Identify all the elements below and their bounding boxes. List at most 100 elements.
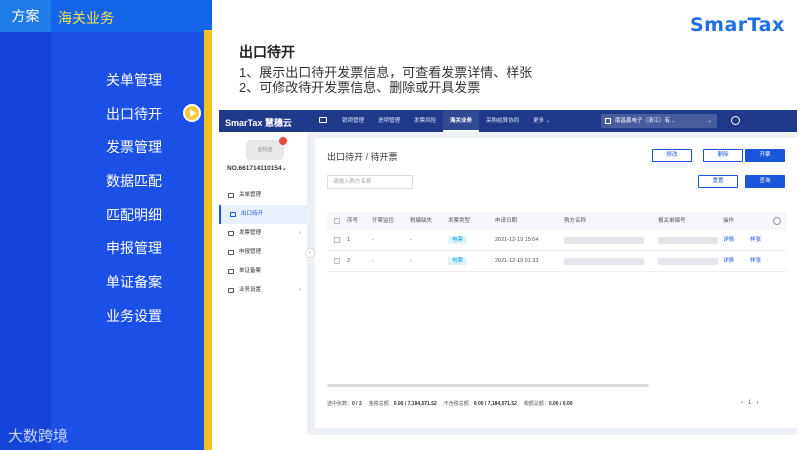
table-header: 序号 开票监控 税编缺失 发票类型 申请日期 购方名称 报关单编号 操作	[327, 212, 787, 230]
menu-item-data-matching[interactable]: 数据匹配	[106, 171, 162, 205]
detail-link[interactable]: 详情	[723, 230, 734, 251]
layers-icon	[228, 250, 234, 255]
app-screenshot: SmarTax 慧穗云 销项管理 进项管理 发票风险 海关业务 采购结算协同 更…	[219, 110, 797, 435]
app-sidebar: 金税盘 NO.661714110154⌄ 关单管理 出口待开 发票管理 › 申报管…	[219, 132, 307, 435]
sidebar-item-label: 发票管理	[239, 230, 262, 236]
help-icon[interactable]	[731, 116, 740, 125]
org-id-select[interactable]: NO.661714110154⌄	[227, 164, 287, 172]
slide-title: 出口待开	[239, 44, 295, 60]
gear-icon	[228, 231, 234, 236]
invoice-type-tag: 电票	[448, 236, 468, 244]
reset-button[interactable]: 重置	[698, 175, 738, 188]
redacted-buyer	[564, 237, 644, 244]
row-checkbox[interactable]	[334, 258, 340, 264]
slide-left-panel: 方案 海关业务 关单管理 出口待开 发票管理 数据匹配 匹配明细 申报管理 单证…	[0, 0, 212, 450]
horizontal-scrollbar[interactable]	[327, 384, 649, 387]
company-select[interactable]: 南昌鑫电子（浙江）有... ⌄	[601, 114, 717, 128]
row-type: 电票	[448, 251, 468, 272]
sidebar-item-label: 出口待开	[241, 211, 264, 217]
prev-page-icon[interactable]: ‹	[741, 400, 743, 406]
issue-invoice-button[interactable]: 开票	[745, 149, 785, 162]
row-checkbox[interactable]	[334, 237, 340, 243]
col-customs-no: 报关单编号	[658, 218, 686, 224]
redacted-customs-no	[658, 237, 718, 244]
nav-more-label: 更多	[533, 118, 545, 124]
sample-link[interactable]: 样张	[750, 230, 761, 251]
left-strip	[0, 0, 51, 450]
row-no: 2	[347, 258, 351, 264]
sidebar-item-declarations[interactable]: 申报管理	[219, 243, 307, 262]
nav-customs[interactable]: 海关业务	[443, 110, 480, 132]
nav-purchase[interactable]: 进项管理	[371, 110, 407, 132]
accent-bar	[204, 30, 212, 450]
total-amount-label: 金税总额：	[368, 401, 394, 407]
menu-item-export-pending[interactable]: 出口待开	[106, 104, 162, 138]
row-tax-missing: -	[410, 258, 412, 264]
menu-item-business-settings[interactable]: 业务设置	[106, 306, 162, 340]
chevron-down-icon: ⌄	[707, 118, 712, 124]
menu-item-document-filing[interactable]: 单证备案	[106, 272, 162, 306]
settings-icon	[228, 288, 234, 293]
selected-count-value: 0 / 2	[352, 401, 362, 407]
building-icon	[230, 212, 236, 217]
menu-item-matching-details[interactable]: 匹配明细	[106, 205, 162, 239]
monitor-icon[interactable]	[319, 117, 327, 123]
sidebar-item-settings[interactable]: 业务设置 ›	[219, 281, 307, 300]
total-amount-value: 0.00 / 7,184,571.52	[393, 401, 437, 407]
sidebar-item-label: 关单管理	[239, 192, 262, 198]
summary-footer: 选中张数：0 / 2 金税总额：0.00 / 7,184,571.52 不含税总…	[327, 400, 572, 407]
col-buyer: 购方名称	[564, 218, 587, 224]
nav-invoice-risk[interactable]: 发票风险	[407, 110, 443, 132]
section-title: 海关业务	[51, 0, 212, 32]
menu-item-declaration-management[interactable]: 申报管理	[106, 238, 162, 272]
search-button[interactable]: 查询	[745, 175, 785, 188]
col-tax-missing: 税编缺失	[410, 218, 433, 224]
next-page-icon[interactable]: ›	[756, 400, 758, 406]
sidebar-item-export-pending[interactable]: 出口待开	[219, 205, 307, 224]
sidebar-item-filing[interactable]: 单证备案	[219, 262, 307, 281]
col-monitor: 开票监控	[372, 218, 395, 224]
chevron-down-icon: ⌄	[545, 118, 551, 124]
table-row: 1 - - 电票 2021-12-19 15:04 详情 样张	[327, 230, 787, 251]
nav-procurement[interactable]: 采购结算协同	[479, 110, 526, 132]
buyer-search-input[interactable]: 请输入购方名称	[327, 175, 413, 189]
sidebar-item-label: 申报管理	[239, 249, 262, 255]
column-settings-icon[interactable]	[773, 217, 781, 225]
menu-item-customs-declaration[interactable]: 关单管理	[106, 70, 162, 104]
sidebar-item-customs[interactable]: 关单管理	[219, 186, 307, 205]
building-icon	[605, 118, 611, 124]
row-tax-missing: -	[410, 237, 412, 243]
untaxed-amount-label: 不含税总额：	[443, 401, 474, 407]
edit-button[interactable]: 修改	[652, 149, 692, 162]
col-date: 申请日期	[495, 218, 518, 224]
row-no: 1	[347, 237, 351, 243]
sidebar-item-invoices[interactable]: 发票管理 ›	[219, 224, 307, 243]
breadcrumb: 出口待开 / 待开票	[327, 152, 398, 162]
nav-more[interactable]: 更多 ⌄	[526, 110, 557, 132]
app-topbar: SmarTax 慧穗云 销项管理 进项管理 发票风险 海关业务 采购结算协同 更…	[219, 110, 797, 132]
row-date: 2021-12-19 01:33	[495, 258, 539, 264]
app-logo: SmarTax 慧穗云	[225, 118, 292, 128]
slide-menu: 关单管理 出口待开 发票管理 数据匹配 匹配明细 申报管理 单证备案 业务设置	[106, 70, 162, 340]
active-indicator-icon	[183, 104, 201, 122]
redacted-customs-no	[658, 258, 718, 265]
page-number[interactable]: 1	[748, 400, 751, 406]
menu-item-invoice-management[interactable]: 发票管理	[106, 137, 162, 171]
description-line-2: 2、可修改待开发票信息、删除或开具发票	[239, 80, 481, 95]
col-type: 发票类型	[448, 218, 471, 224]
sidebar-list: 关单管理 出口待开 发票管理 › 申报管理 单证备案 业务设置 ›	[219, 186, 307, 300]
tax-amount-value: 0.00 / 0.00	[548, 401, 573, 407]
selected-count-label: 选中张数：	[327, 401, 353, 407]
person-icon	[228, 193, 234, 198]
collapse-sidebar-icon[interactable]: ‹	[305, 248, 315, 258]
sample-link[interactable]: 样张	[750, 251, 761, 272]
nav-sales[interactable]: 销项管理	[335, 110, 371, 132]
table-row: 2 - - 电票 2021-12-19 01:33 详情 样张	[327, 251, 787, 272]
chevron-right-icon: ›	[299, 287, 301, 293]
delete-button[interactable]: 删除	[703, 149, 743, 162]
row-type: 电票	[448, 230, 468, 251]
select-all-checkbox[interactable]	[334, 218, 340, 224]
detail-link[interactable]: 详情	[723, 251, 734, 272]
top-tag: 方案	[0, 0, 51, 32]
document-icon	[228, 269, 234, 274]
